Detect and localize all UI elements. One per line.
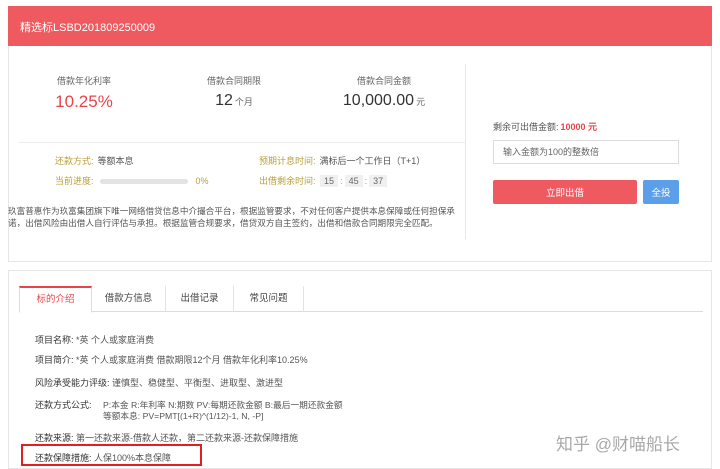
risk-level-label: 风险承受能力评级: <box>35 378 110 388</box>
countdown-minutes: 45 <box>344 175 363 187</box>
remain-amount: 10000 元 <box>560 122 598 132</box>
amount-label: 借款合同金额 <box>356 76 411 86</box>
loan-title: 精选标LSBD201809250009 <box>20 22 156 34</box>
term-unit: 个月 <box>234 97 253 107</box>
project-intro-row: 项目简介: *英 个人或家庭消费 借款期限12个月 借款年化利率10.25% <box>35 353 308 366</box>
remain-amount-row: 剩余可出借金额: 10000 元 <box>493 120 597 133</box>
tab-borrower-info[interactable]: 借款方信息 <box>92 286 166 312</box>
repay-method-label: 还款方式: <box>55 156 94 166</box>
repay-source-row: 还款来源: 第一还款来源-借款人还款，第二还款来源-还款保障措施 <box>35 431 298 444</box>
project-intro-label: 项目简介: <box>35 355 74 365</box>
progress-percent: 0% <box>195 176 209 186</box>
formula-label-row: 还款方式公式: <box>35 398 92 411</box>
rate-label: 借款年化利率 <box>56 76 111 86</box>
loan-header: 精选标LSBD201809250009 <box>8 6 712 46</box>
progress-bar <box>99 179 188 185</box>
amount-value-wrap: 10,000.00 元 <box>319 92 449 110</box>
amount-unit: 元 <box>416 97 426 107</box>
risk-level-value: 谨慎型、稳健型、平衡型、进取型、激进型 <box>112 378 284 388</box>
term-label: 借款合同期限 <box>206 76 261 86</box>
repay-method-row: 还款方式: 等额本息 <box>55 154 134 167</box>
tab-faq[interactable]: 常见问题 <box>234 286 304 312</box>
rate-value: 10.25% <box>55 92 113 111</box>
tab-loan-intro[interactable]: 标的介绍 <box>19 286 92 313</box>
formula-equation: 等额本息: PV=PMT[(1+R)^(1/12)-1, N, -P] <box>103 411 264 421</box>
term-value-wrap: 12 个月 <box>169 92 299 110</box>
countdown-label: 出借剩余时间: <box>259 176 316 186</box>
invest-amount-input[interactable] <box>493 140 679 164</box>
amount-value: 10,000.00 <box>342 92 415 109</box>
invest-all-button[interactable]: 全投 <box>643 180 679 204</box>
project-name-label: 项目名称: <box>35 335 74 345</box>
progress-row: 当前进度: 0% <box>55 174 209 187</box>
risk-disclaimer: 玖富普惠作为玖富集团旗下唯一网络借贷信息中介撮合平台，根据监管要求，不对任何客户… <box>8 206 455 228</box>
remain-label: 剩余可出借金额: <box>493 122 559 132</box>
interest-time-value: 满标后一个工作日（T+1） <box>319 156 426 166</box>
guarantee-highlight-box <box>21 444 202 466</box>
project-name-value: *英 个人或家庭消费 <box>76 335 155 345</box>
project-intro-value: *英 个人或家庭消费 借款期限12个月 借款年化利率10.25% <box>76 355 308 365</box>
detail-tabbar: 标的介绍 借款方信息 出借记录 常见问题 <box>19 286 703 313</box>
countdown-row: 出借剩余时间: 15:45:37 <box>259 174 389 187</box>
watermark-text: 知乎 @财喵船长 <box>556 435 680 454</box>
formula-label: 还款方式公式: <box>35 400 92 410</box>
countdown-seconds: 37 <box>369 175 388 187</box>
tab-lending-records[interactable]: 出借记录 <box>166 286 234 312</box>
project-name-row: 项目名称: *英 个人或家庭消费 <box>35 333 154 346</box>
stats-divider <box>19 142 466 143</box>
repay-source-value: 第一还款来源-借款人还款，第二还款来源-还款保障措施 <box>76 433 299 443</box>
term-value: 12 <box>215 92 233 109</box>
progress-label: 当前进度: <box>55 176 94 186</box>
risk-level-row: 风险承受能力评级: 谨慎型、稳健型、平衡型、进取型、激进型 <box>35 376 283 389</box>
interest-time-row: 预期计息时间: 满标后一个工作日（T+1） <box>259 154 425 167</box>
lend-now-button[interactable]: 立即出借 <box>493 180 637 204</box>
repay-source-label: 还款来源: <box>35 433 74 443</box>
countdown-hours: 15 <box>320 175 339 187</box>
countdown-colon: : <box>364 176 368 186</box>
interest-time-label: 预期计息时间: <box>259 156 316 166</box>
countdown-colon: : <box>340 176 343 186</box>
repay-method-value: 等额本息 <box>97 156 134 166</box>
